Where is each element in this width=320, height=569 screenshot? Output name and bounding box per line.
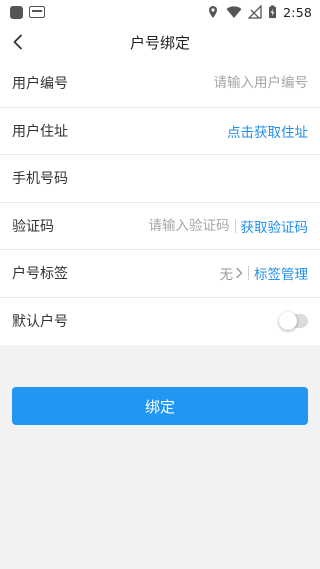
nav-bar: 户号绑定 (0, 24, 320, 60)
toggle-knob (279, 312, 297, 331)
back-button[interactable] (4, 28, 32, 56)
phone-label: 手机号码 (12, 171, 68, 188)
bind-button[interactable]: 绑定 (12, 387, 308, 425)
address-label: 用户住址 (12, 123, 68, 140)
code-controls: 获取验证码 (143, 216, 309, 236)
tag-value[interactable]: 无 (220, 263, 234, 283)
default-label: 默认户号 (12, 314, 68, 331)
tag-row: 户号标签 无 标签管理 (0, 250, 320, 298)
back-chevron-icon (13, 34, 22, 50)
wifi-icon (226, 6, 242, 18)
tag-divider (248, 266, 249, 281)
code-label: 验证码 (12, 218, 54, 235)
app-notification-icon (10, 5, 23, 19)
no-signal-icon (248, 5, 262, 19)
user-number-label: 用户编号 (12, 76, 68, 93)
address-row: 用户住址 点击获取住址 (0, 108, 320, 155)
get-address-link[interactable]: 点击获取住址 (227, 121, 308, 141)
chevron-right-icon (235, 267, 243, 279)
tag-manage-link[interactable]: 标签管理 (254, 263, 308, 283)
news-notification-icon (29, 6, 45, 18)
location-icon (209, 6, 218, 18)
status-left-icons (10, 5, 45, 19)
status-right-icons: 2:58 (206, 5, 312, 20)
code-divider (234, 218, 236, 233)
code-row: 验证码 获取验证码 (0, 203, 320, 250)
tag-label: 户号标签 (12, 266, 68, 283)
user-number-row: 用户编号 (0, 60, 320, 108)
default-row: 默认户号 (0, 298, 320, 346)
status-bar: 2:58 (0, 0, 320, 24)
battery-charging-icon (269, 5, 277, 19)
default-toggle[interactable] (279, 312, 308, 331)
phone-row: 手机号码 (0, 155, 320, 203)
get-code-button[interactable]: 获取验证码 (241, 216, 309, 236)
status-time: 2:58 (283, 4, 312, 20)
tag-controls: 无 标签管理 (220, 263, 308, 283)
phone-input[interactable] (168, 170, 308, 187)
bind-form: 用户编号 用户住址 点击获取住址 手机号码 验证码 获取验证码 户号标签 无 标… (0, 60, 320, 345)
user-number-input[interactable] (198, 75, 308, 92)
verification-code-input[interactable] (143, 217, 230, 234)
page-title: 户号绑定 (129, 33, 190, 52)
